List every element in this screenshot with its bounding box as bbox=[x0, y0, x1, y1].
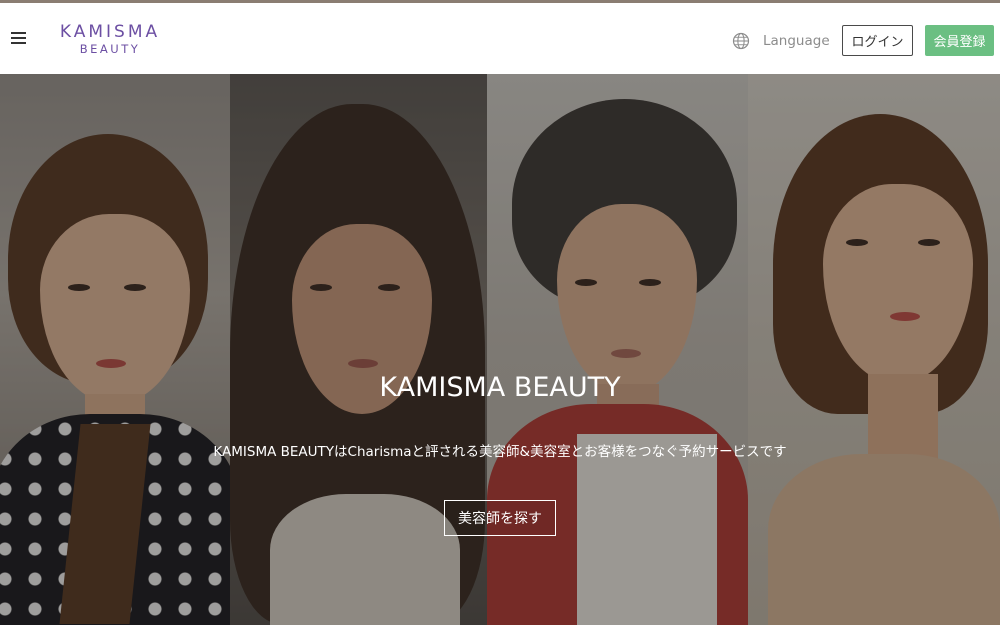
hero-title: KAMISMA BEAUTY bbox=[379, 372, 621, 403]
menu-bar bbox=[11, 37, 26, 39]
hamburger-menu-icon[interactable] bbox=[11, 32, 26, 45]
logo-wordmark-bottom: BEAUTY bbox=[79, 42, 141, 56]
language-selector[interactable]: Language bbox=[732, 30, 830, 52]
menu-bar bbox=[11, 32, 26, 34]
language-label: Language bbox=[763, 33, 830, 49]
find-stylist-button[interactable]: 美容師を探す bbox=[444, 500, 556, 536]
menu-bar bbox=[11, 42, 26, 44]
hero-dark-overlay bbox=[0, 74, 1000, 625]
hero-section: KAMISMA BEAUTY KAMISMA BEAUTYはCharismaと評… bbox=[0, 74, 1000, 625]
signup-button[interactable]: 会員登録 bbox=[925, 25, 994, 56]
hero-subtitle: KAMISMA BEAUTYはCharismaと評される美容師&美容室とお客様を… bbox=[213, 444, 787, 460]
login-button[interactable]: ログイン bbox=[842, 25, 913, 56]
globe-icon bbox=[732, 32, 750, 50]
site-logo[interactable]: KAMISMA BEAUTY bbox=[51, 22, 169, 58]
logo-wordmark-top: KAMISMA bbox=[59, 22, 161, 42]
site-header: KAMISMA BEAUTY Language ログイン 会員登録 bbox=[0, 3, 1000, 74]
